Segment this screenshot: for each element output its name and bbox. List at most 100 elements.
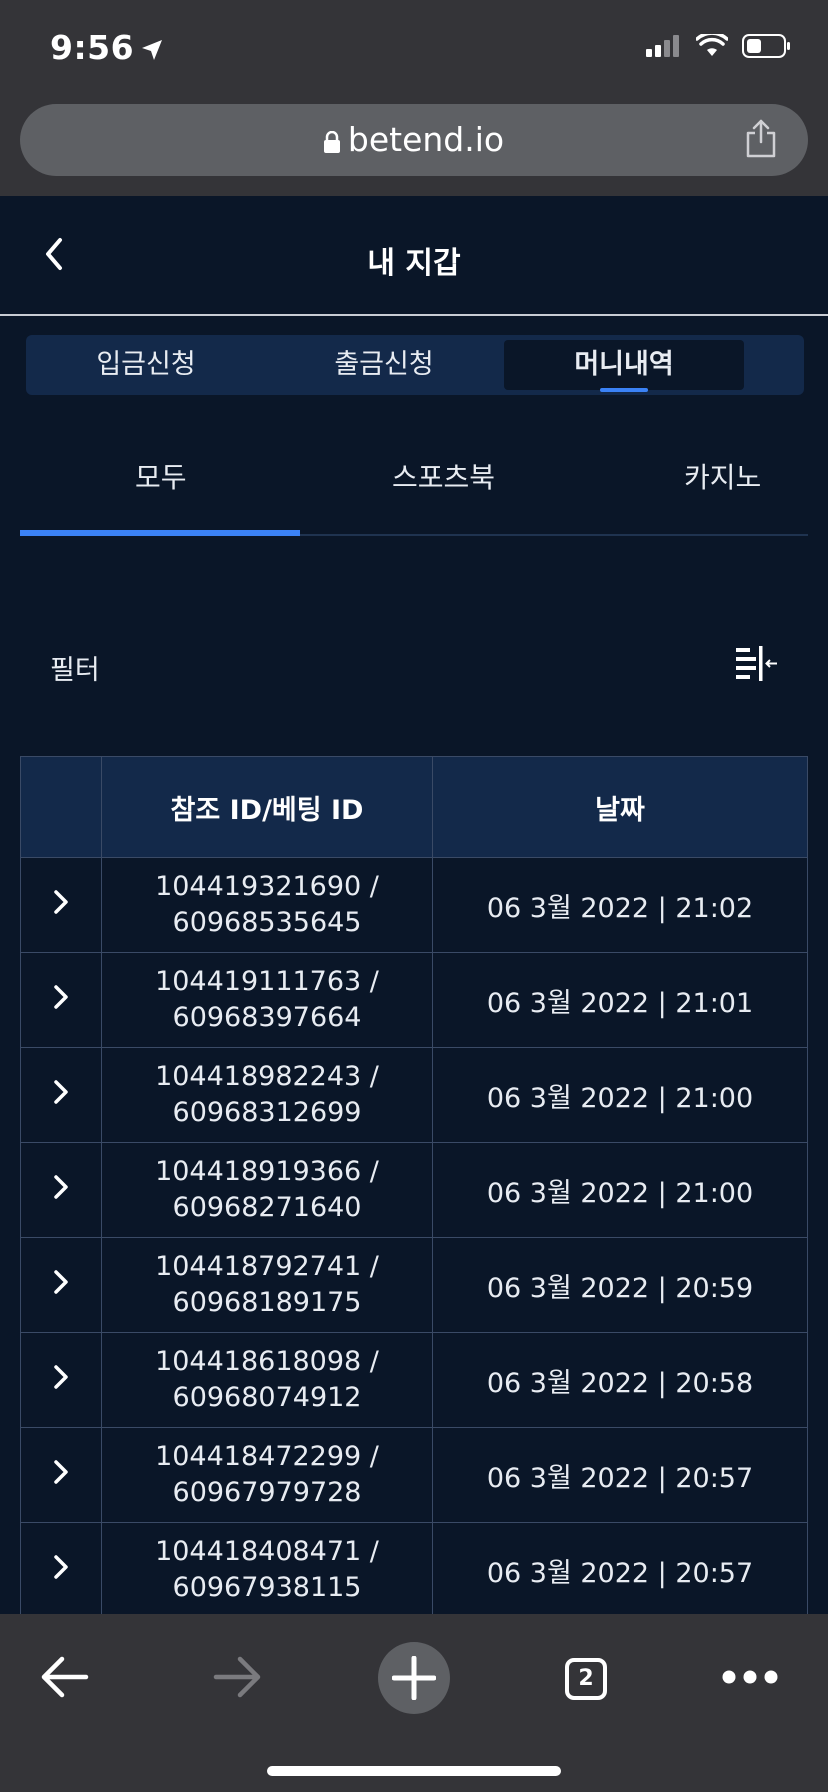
bet-id: 60968271640 [172, 1192, 362, 1223]
chevron-right-icon[interactable] [51, 1553, 71, 1581]
reference-id: 104418792741 / [155, 1251, 379, 1282]
expand-cell[interactable] [20, 952, 102, 1048]
table-row[interactable]: 104418982243 / 60968312699 06 3월 2022 | 2… [20, 1047, 808, 1143]
table-row[interactable]: 104418472299 / 60967979728 06 3월 2022 | 2… [20, 1427, 808, 1523]
chevron-right-icon[interactable] [51, 1363, 71, 1391]
table-row[interactable]: 104418618098 / 60968074912 06 3월 2022 | 2… [20, 1332, 808, 1428]
wifi-icon [696, 34, 728, 56]
tab-all[interactable]: 모두 [135, 456, 187, 496]
table-row[interactable]: 104419111763 / 60968397664 06 3월 2022 | 2… [20, 952, 808, 1048]
chevron-right-icon[interactable] [51, 1268, 71, 1296]
reference-id: 104418408471 / [155, 1536, 379, 1567]
segment-money-history-label: 머니내역 [574, 349, 674, 380]
reference-cell: 104418792741 / 60968189175 [101, 1237, 433, 1333]
tab-count-label: 2 [578, 1666, 594, 1691]
segment-withdraw-label: 출금신청 [334, 349, 434, 380]
reference-id: 104419321690 / [155, 871, 379, 902]
location-arrow-icon [142, 40, 163, 60]
filter-label: 필터 [50, 655, 100, 686]
chevron-right-icon[interactable] [51, 888, 71, 916]
filter-collapse-icon[interactable] [736, 644, 778, 684]
cellular-signal-icon [646, 35, 679, 57]
date-cell: 06 3월 2022 | 20:57 [432, 1427, 808, 1523]
expand-cell[interactable] [20, 1332, 102, 1428]
address-bar[interactable]: betend.io [20, 104, 808, 176]
lock-icon [323, 130, 340, 153]
reference-id: 104418472299 / [155, 1441, 379, 1472]
status-bar-time: 9:56 [50, 28, 164, 67]
more-icon[interactable] [722, 1670, 778, 1684]
active-tab-indicator [20, 530, 300, 536]
app-header: 내 지갑 [0, 196, 828, 316]
expand-cell[interactable] [20, 1522, 102, 1618]
category-tabs: 모두 스포츠북 카지노 [20, 440, 808, 536]
segment-withdraw[interactable]: 출금신청 [284, 335, 484, 395]
expand-cell[interactable] [20, 1237, 102, 1333]
date-cell: 06 3월 2022 | 20:58 [432, 1332, 808, 1428]
bet-id: 60968074912 [172, 1382, 362, 1413]
tab-all-label: 모두 [135, 461, 187, 494]
reference-id: 104419111763 / [155, 966, 379, 997]
segment-deposit-label: 입금신청 [96, 349, 196, 380]
date-cell: 06 3월 2022 | 21:01 [432, 952, 808, 1048]
reference-id: 104418618098 / [155, 1346, 379, 1377]
date-cell: 06 3월 2022 | 20:57 [432, 1522, 808, 1618]
bet-id: 60968535645 [172, 907, 362, 938]
reference-cell: 104419321690 / 60968535645 [101, 857, 433, 953]
chevron-right-icon[interactable] [51, 1078, 71, 1106]
bet-id: 60967979728 [172, 1477, 362, 1508]
table-row[interactable]: 104419321690 / 60968535645 06 3월 2022 | 2… [20, 857, 808, 953]
wallet-segment-tabs: 입금신청 출금신청 머니내역 [26, 335, 804, 395]
date-cell: 06 3월 2022 | 21:00 [432, 1142, 808, 1238]
chevron-right-icon[interactable] [51, 1173, 71, 1201]
url-text: betend.io [347, 120, 505, 159]
table-row[interactable]: 104418792741 / 60968189175 06 3월 2022 | 2… [20, 1237, 808, 1333]
tab-sportsbook-label: 스포츠북 [392, 461, 496, 494]
tab-sportsbook[interactable]: 스포츠북 [392, 456, 495, 496]
arrow-left-icon[interactable] [38, 1654, 90, 1700]
reference-cell: 104418919366 / 60968271640 [101, 1142, 433, 1238]
date-cell: 06 3월 2022 | 21:00 [432, 1047, 808, 1143]
expand-column-header [20, 756, 102, 858]
date-header: 날짜 [432, 756, 808, 858]
reference-id-header: 참조 ID/베팅 ID [101, 756, 433, 858]
table-row[interactable]: 104418408471 / 60967938115 06 3월 2022 | 2… [20, 1522, 808, 1618]
segment-money-history[interactable]: 머니내역 [504, 340, 744, 392]
home-indicator [267, 1766, 561, 1776]
expand-cell[interactable] [20, 857, 102, 953]
tab-casino[interactable]: 카지노 [684, 456, 761, 496]
segment-deposit[interactable]: 입금신청 [46, 335, 246, 395]
battery-icon [742, 34, 790, 58]
reference-id: 104418919366 / [155, 1156, 379, 1187]
transactions-table: 참조 ID/베팅 ID 날짜 104419321690 / 60968535645… [20, 756, 808, 1618]
bet-id: 60967938115 [172, 1572, 362, 1603]
tabs-icon[interactable]: 2 [565, 1658, 607, 1700]
new-tab-button[interactable] [378, 1642, 450, 1714]
date-cell: 06 3월 2022 | 20:59 [432, 1237, 808, 1333]
chevron-right-icon[interactable] [51, 1458, 71, 1486]
bet-id: 60968397664 [172, 1002, 362, 1033]
share-icon[interactable] [744, 118, 778, 158]
table-header-row: 참조 ID/베팅 ID 날짜 [20, 756, 808, 858]
bet-id: 60968312699 [172, 1097, 362, 1128]
plus-icon [392, 1656, 436, 1700]
chevron-right-icon[interactable] [51, 983, 71, 1011]
status-icons [646, 34, 792, 58]
reference-cell: 104418982243 / 60968312699 [101, 1047, 433, 1143]
date-cell: 06 3월 2022 | 21:02 [432, 857, 808, 953]
page-title: 내 지갑 [367, 246, 461, 281]
active-segment-underline [600, 388, 648, 392]
expand-cell[interactable] [20, 1427, 102, 1523]
arrow-right-icon[interactable] [212, 1654, 264, 1700]
table-row[interactable]: 104418919366 / 60968271640 06 3월 2022 | 2… [20, 1142, 808, 1238]
bet-id: 60968189175 [172, 1287, 362, 1318]
tab-casino-label: 카지노 [684, 461, 762, 494]
expand-cell[interactable] [20, 1142, 102, 1238]
browser-chrome: 9:56 betend.io [0, 0, 828, 196]
url-display[interactable]: betend.io [20, 120, 808, 159]
reference-cell: 104418618098 / 60968074912 [101, 1332, 433, 1428]
reference-cell: 104418408471 / 60967938115 [101, 1522, 433, 1618]
expand-cell[interactable] [20, 1047, 102, 1143]
reference-id: 104418982243 / [155, 1061, 379, 1092]
time-text: 9:56 [50, 28, 135, 67]
